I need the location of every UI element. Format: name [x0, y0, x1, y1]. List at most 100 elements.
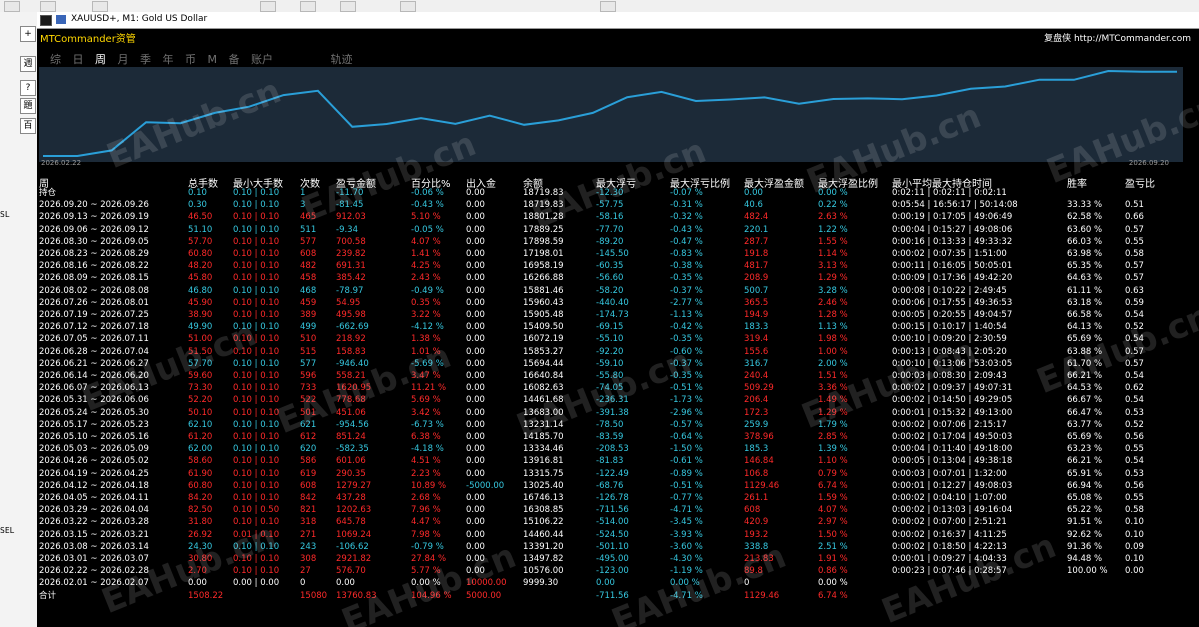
table-cell: 2026.08.09 ~ 2026.08.15	[39, 273, 149, 284]
table-cell: 0.10 | 0.10	[233, 566, 280, 577]
table-cell: 2026.05.17 ~ 2026.05.23	[39, 419, 149, 430]
tab-currency[interactable]: 币	[185, 53, 196, 66]
table-cell: 65.35 %	[1067, 261, 1103, 272]
table-cell: 1.28 %	[818, 310, 848, 320]
table-cell: 0.00	[466, 456, 485, 467]
table-cell: 66.94 %	[1067, 480, 1103, 491]
table-cell: 271	[300, 529, 317, 540]
table-row: 2026.08.09 ~ 2026.08.15 45.80 0.10 | 0.10 4…	[37, 272, 1199, 284]
table-cell: 0.54	[1125, 310, 1144, 320]
tab-note[interactable]: 备	[229, 53, 240, 66]
tab-quarter[interactable]: 季	[140, 53, 151, 66]
table-cell: 0.00	[466, 188, 485, 198]
table-cell: 0:00:08 | 0:10:22 | 2:49:45	[892, 285, 1007, 296]
table-cell: 778.68	[336, 395, 366, 406]
table-cell: 0.00	[1125, 566, 1144, 577]
table-cell: 0.10 | 0.10	[233, 432, 280, 442]
table-cell: 0.00 | 0.00	[233, 578, 280, 589]
table-cell: -4.30 %	[670, 554, 703, 564]
table-cell: -1.19 %	[670, 566, 703, 577]
table-cell: 17198.01	[523, 249, 564, 259]
panel-label: SL	[0, 210, 10, 219]
table-cell: 290.35	[336, 468, 366, 479]
table-cell: 2026.02.01 ~ 2026.02.07	[39, 578, 149, 589]
table-cell: 586	[300, 456, 317, 467]
toolbar-button[interactable]	[400, 1, 416, 12]
table-cell: -514.00	[596, 517, 629, 528]
table-cell: 2026.05.03 ~ 2026.05.09	[39, 444, 149, 455]
table-cell: 0.00 %	[818, 188, 848, 198]
table-cell: 0.00	[336, 578, 355, 589]
toolbar-button[interactable]	[4, 1, 20, 12]
table-cell: 213.83	[744, 554, 774, 564]
tab-week[interactable]: 周	[95, 53, 106, 66]
tab-day[interactable]: 日	[73, 53, 84, 66]
copyright-link[interactable]: 复盘侠 http://MTCommander.com	[1044, 31, 1191, 44]
table-cell: -236.31	[596, 395, 629, 406]
table-cell: -0.79 %	[411, 541, 444, 552]
table-cell: 1.01 %	[411, 346, 441, 357]
table-cell: 596	[300, 371, 317, 381]
tab-month[interactable]: 月	[118, 53, 129, 66]
table-cell: 0.53	[1125, 407, 1144, 418]
table-cell: 26.92	[188, 529, 213, 540]
table-cell: 0.00	[466, 224, 485, 235]
table-cell: 912.03	[336, 212, 366, 223]
table-cell: 0:00:01 | 0:12:27 | 49:08:03	[892, 480, 1013, 491]
table-cell: -0.83 %	[670, 249, 703, 259]
toolbar-button[interactable]	[260, 1, 276, 12]
table-cell: 11.21 %	[411, 383, 447, 394]
table-cell: 15694.44	[523, 358, 564, 369]
table-cell: 0.10 | 0.10	[233, 358, 280, 369]
table-row: 2026.05.10 ~ 2026.05.16 61.20 0.10 | 0.10 6…	[37, 431, 1199, 443]
tab-year[interactable]: 年	[163, 53, 174, 66]
table-cell: 851.24	[336, 432, 366, 442]
table-cell: -60.35	[596, 261, 624, 272]
table-cell: 63.98 %	[1067, 249, 1103, 259]
table-cell: -92.20	[596, 346, 624, 357]
table-cell: 0	[300, 578, 306, 589]
table-cell: -2.96 %	[670, 407, 703, 418]
table-cell: 208.9	[744, 273, 769, 284]
table-row: 2026.03.29 ~ 2026.04.04 82.50 0.10 | 0.50 8…	[37, 504, 1199, 516]
tab-track[interactable]: 轨迹	[331, 53, 353, 66]
table-cell: 0.62	[1125, 383, 1144, 394]
table-row: 2026.07.26 ~ 2026.08.01 45.90 0.10 | 0.10 4…	[37, 297, 1199, 309]
panel-button[interactable]: 題	[20, 98, 36, 114]
table-cell: 308	[300, 554, 317, 564]
toolbar-button[interactable]	[40, 1, 56, 12]
table-cell: 0:00:13 | 0:08:43 | 2:05:20	[892, 346, 1007, 357]
chart-window-titlebar[interactable]: XAUUSD+, M1: Gold US Dollar	[37, 12, 1199, 29]
toolbar-button[interactable]	[600, 1, 616, 12]
toolbar-button[interactable]	[340, 1, 356, 12]
table-cell: 0:00:02 | 0:07:00 | 2:51:21	[892, 517, 1007, 528]
table-cell: 59.60	[188, 371, 213, 381]
panel-button[interactable]: 百	[20, 118, 36, 134]
tab-overview[interactable]: 综	[50, 53, 61, 66]
table-cell: 1508.22	[188, 590, 224, 601]
table-cell: 185.3	[744, 444, 769, 455]
table-cell: 62.58 %	[1067, 212, 1103, 223]
table-cell: -0.51 %	[670, 480, 703, 491]
toolbar-button[interactable]	[300, 1, 316, 12]
panel-button[interactable]: +	[20, 26, 36, 42]
table-cell: 0.10 | 0.10	[233, 249, 280, 259]
table-cell: 733	[300, 383, 317, 394]
panel-button[interactable]: ?	[20, 80, 36, 96]
tab-account[interactable]: 账户	[251, 53, 273, 66]
table-cell: 0.54	[1125, 334, 1144, 345]
table-cell: 40.6	[744, 200, 763, 211]
table-cell: 0.00	[466, 566, 485, 577]
table-cell: 0.10 | 0.10	[233, 212, 280, 223]
table-cell: 0.57	[1125, 273, 1144, 284]
table-cell: 3.28 %	[818, 285, 848, 296]
table-cell: 842	[300, 493, 317, 503]
table-cell: -123.00	[596, 566, 629, 577]
toolbar-button[interactable]	[92, 1, 108, 12]
tab-magic[interactable]: M	[208, 53, 218, 66]
panel-button[interactable]: 週	[20, 56, 36, 72]
table-cell: 0.10 | 0.50	[233, 505, 280, 516]
table-cell: 645.78	[336, 517, 366, 528]
table-cell: 0.10	[188, 188, 207, 198]
table-cell: 0:00:05 | 0:13:04 | 49:38:18	[892, 456, 1013, 467]
